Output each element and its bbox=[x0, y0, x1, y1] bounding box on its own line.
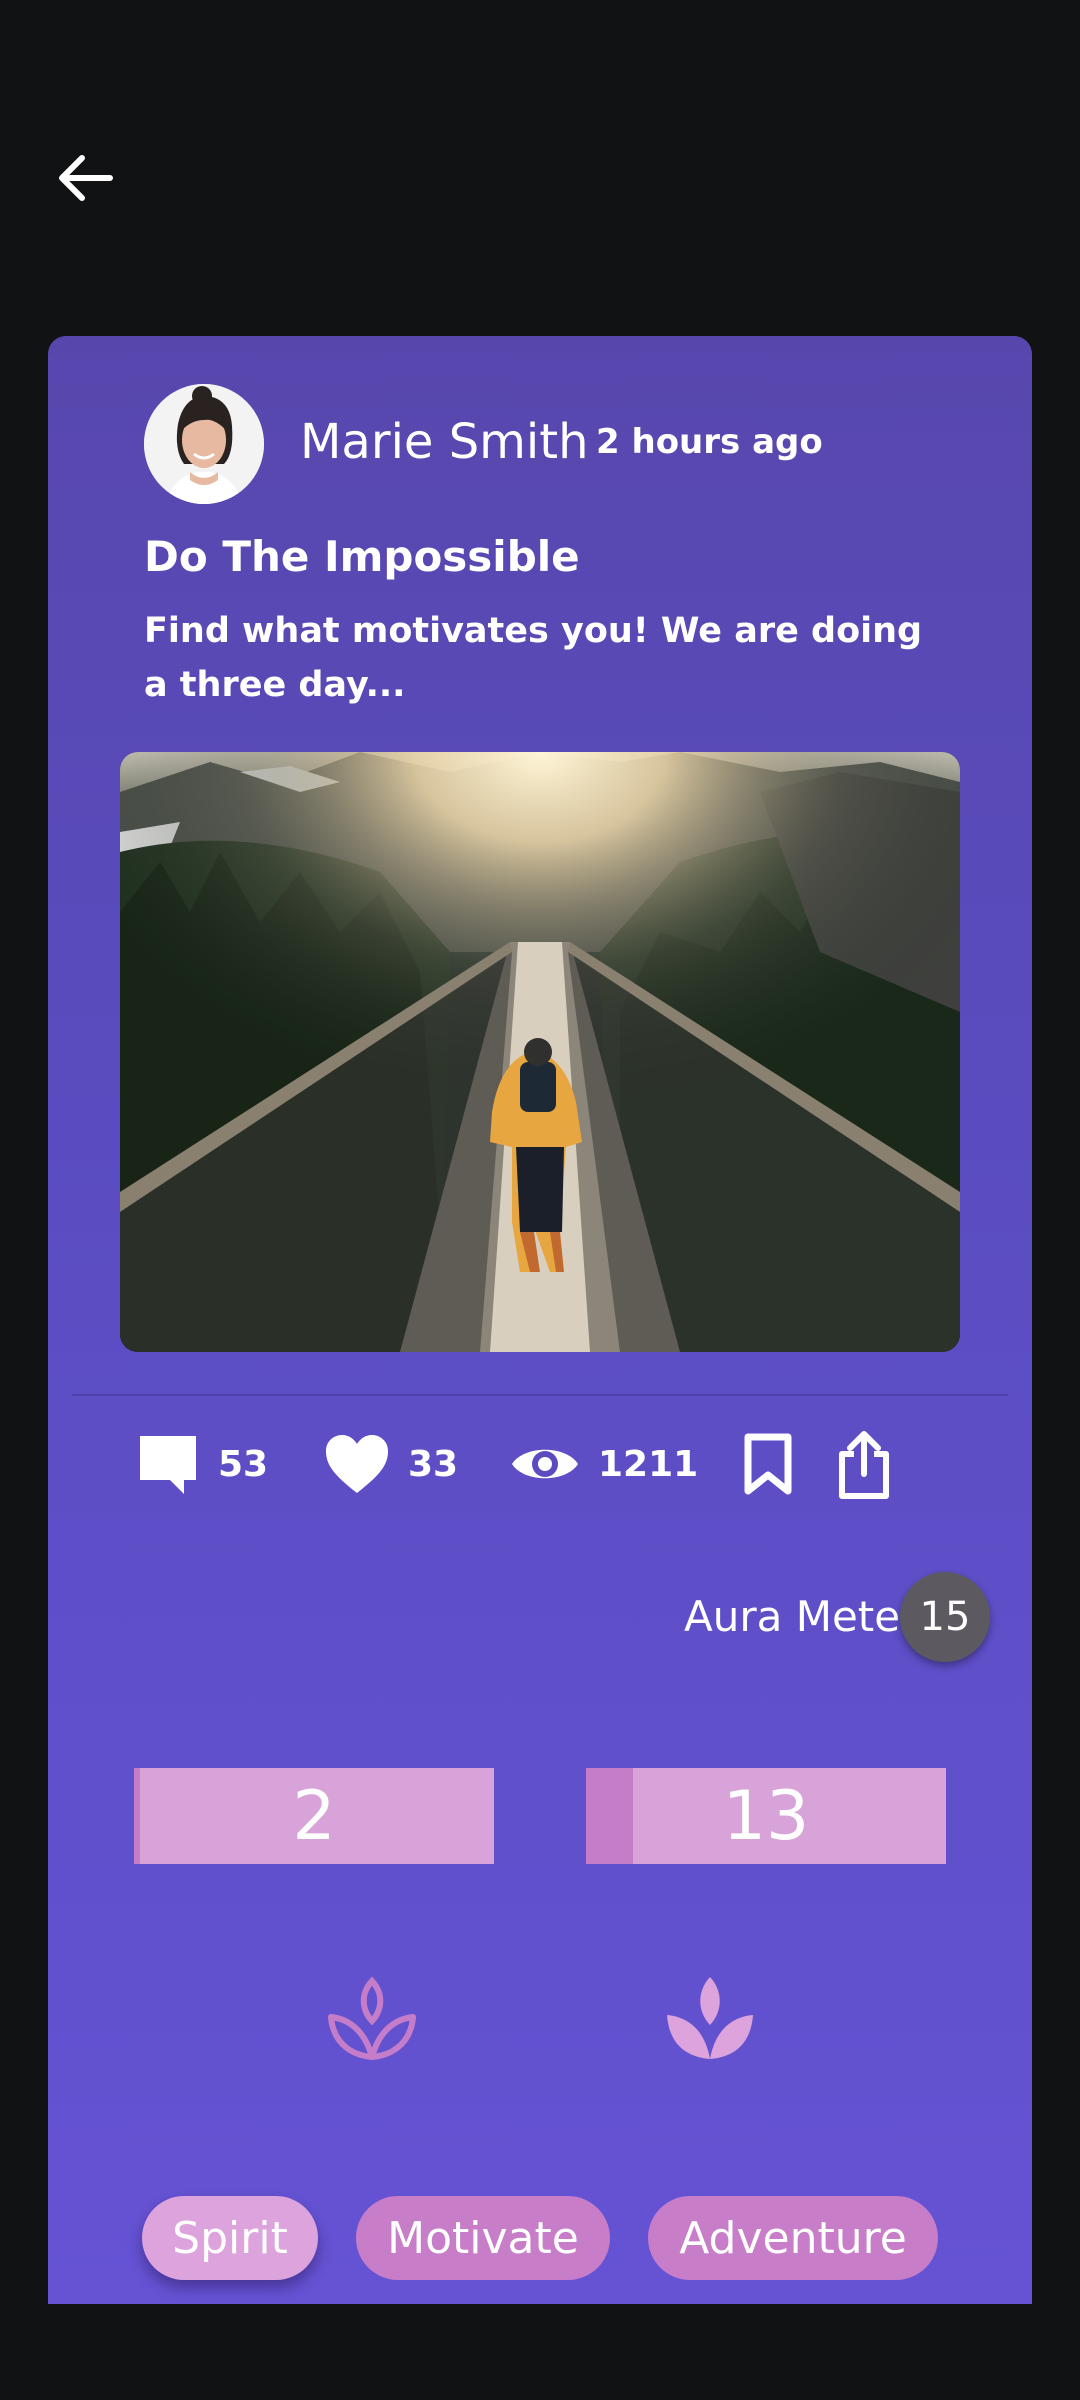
views-count: 1211 bbox=[598, 1443, 699, 1485]
arrow-left-icon bbox=[59, 155, 113, 201]
aura-meter-badge[interactable]: 15 bbox=[900, 1572, 990, 1662]
share-icon bbox=[839, 1431, 889, 1499]
comments-count: 53 bbox=[218, 1443, 269, 1485]
tag-motivate[interactable]: Motivate bbox=[356, 2196, 610, 2280]
views-stat: 1211 bbox=[510, 1422, 698, 1506]
vote-bar-right[interactable]: 13 bbox=[586, 1768, 946, 1864]
lotus-filled-button[interactable] bbox=[660, 1968, 760, 2068]
bookmark-icon bbox=[744, 1433, 792, 1495]
post-card[interactable]: Marie Smith 2 hours ago Do The Impossibl… bbox=[48, 336, 1032, 2304]
vote-right-count: 13 bbox=[722, 1776, 810, 1856]
vote-left-count: 2 bbox=[292, 1776, 336, 1856]
post-timestamp: 2 hours ago bbox=[596, 422, 823, 462]
post-title[interactable]: Do The Impossible bbox=[144, 532, 580, 581]
tag-spirit[interactable]: Spirit bbox=[142, 2196, 318, 2280]
comment-icon bbox=[140, 1436, 196, 1494]
back-button[interactable] bbox=[48, 142, 120, 214]
avatar[interactable] bbox=[144, 384, 264, 504]
post-image[interactable] bbox=[120, 752, 960, 1352]
post-excerpt[interactable]: Find what motivates you! We are doing a … bbox=[144, 604, 944, 712]
lotus-outline-button[interactable] bbox=[322, 1968, 422, 2068]
vote-bar-left[interactable]: 2 bbox=[134, 1768, 494, 1864]
lotus-outline-icon bbox=[328, 1976, 416, 2060]
heart-icon bbox=[326, 1435, 388, 1493]
divider bbox=[72, 1394, 1008, 1396]
likes-stat[interactable]: 33 bbox=[324, 1422, 458, 1506]
bookmark-button[interactable] bbox=[736, 1426, 800, 1502]
author-name[interactable]: Marie Smith bbox=[300, 414, 589, 470]
lotus-filled-icon bbox=[667, 1977, 753, 2059]
comments-stat[interactable]: 53 bbox=[136, 1422, 268, 1506]
eye-icon bbox=[512, 1449, 578, 1479]
tag-adventure[interactable]: Adventure bbox=[648, 2196, 938, 2280]
share-button[interactable] bbox=[832, 1426, 896, 1502]
likes-count: 33 bbox=[408, 1443, 459, 1485]
